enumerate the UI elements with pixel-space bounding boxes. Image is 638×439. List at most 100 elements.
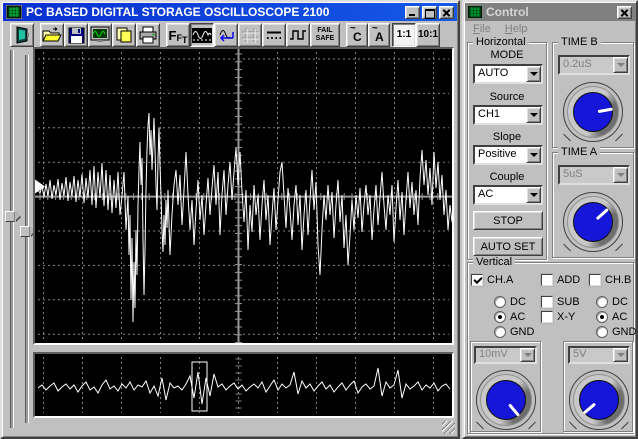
cha-ac-label[interactable]: AC [510,311,525,323]
cha-dc-label[interactable]: DC [510,296,526,308]
dotted-line-button[interactable] [262,23,286,47]
time-b-group: TIME B 0.2uS [552,36,634,148]
chb-ac-label[interactable]: AC [612,311,627,323]
cha-checkbox-label[interactable]: CH.A [487,274,513,286]
chevron-down-icon [529,72,538,76]
mode-label: MODE [490,49,524,61]
waveform-mode-button[interactable] [190,23,214,47]
slope-dropdown-button[interactable] [526,147,541,163]
couple-combobox[interactable]: AC [473,185,543,205]
position-slider-thumb-1[interactable] [5,211,15,222]
square-wave-button[interactable] [286,23,310,47]
slope-value: Positive [478,148,517,160]
couple-dropdown-button[interactable] [526,187,541,203]
chb-dc-label[interactable]: DC [612,296,628,308]
chevron-down-icon [529,113,538,117]
temp-c-button[interactable]: ~ C [346,23,368,47]
failsafe-button[interactable]: FAIL SAFE [310,23,340,47]
cha-ac-radio[interactable] [494,311,506,323]
square-wave-icon [290,30,306,40]
cha-volts-knob[interactable] [476,370,536,430]
print-button[interactable] [136,23,160,47]
wave-return-arrow-icon [219,30,234,42]
cha-dc-radio[interactable] [494,296,506,308]
printer-icon [139,26,157,44]
horizontal-group-label: Horizontal [473,36,529,48]
temp-c-label: C [353,30,362,44]
grid-button[interactable] [238,23,262,47]
save-button[interactable] [64,23,88,47]
add-checkbox[interactable] [541,274,553,286]
chb-ac-radio[interactable] [596,311,608,323]
probe-10-1-button[interactable]: 10:1 [416,23,440,47]
slope-label: Slope [492,131,522,143]
knob-face [573,92,613,132]
app-icon [6,5,22,19]
source-combobox[interactable]: CH1 [473,105,543,125]
cha-range-combobox[interactable]: 10mV [474,346,537,364]
chb-checkbox-label[interactable]: CH.B [605,274,631,286]
chb-gnd-radio[interactable] [596,326,608,338]
single-capture-button[interactable] [214,23,238,47]
chevron-down-icon [616,63,625,67]
temp-a-button[interactable]: ~ A [368,23,390,47]
control-titlebar: Control [465,3,635,21]
mode-combobox[interactable]: AUTO [473,64,543,84]
position-slider-track-2[interactable] [25,55,29,423]
probe-10-1-label: 10:1 [417,29,438,40]
time-b-knob[interactable] [563,82,623,142]
minimize-icon[interactable] [405,5,420,19]
source-dropdown-button[interactable] [526,107,541,123]
chb-range-dropdown-button[interactable] [613,348,628,362]
time-a-dropdown-button[interactable] [613,167,628,183]
chevron-down-icon [529,193,538,197]
resize-grip[interactable] [442,421,455,434]
auto-set-button-label: AUTO SET [480,240,536,253]
close-icon[interactable] [439,5,454,19]
chb-range-combobox[interactable]: 5V [568,346,630,364]
display-button[interactable] [88,23,112,47]
position-slider-track-1[interactable] [10,50,14,428]
maximize-icon[interactable] [422,5,437,19]
position-slider-thumb-2[interactable] [20,226,30,237]
vertical-group-label: Vertical [473,256,516,268]
cha-range-dropdown-button[interactable] [520,348,535,362]
time-a-group: TIME A 5uS [552,146,634,258]
cha-gnd-label[interactable]: GND [510,326,534,338]
chb-checkbox[interactable] [589,274,601,286]
fft-button[interactable]: FFT [166,23,190,47]
cha-checkbox[interactable] [471,274,483,286]
stop-button[interactable]: STOP [473,211,543,230]
line-style-icon [267,31,281,39]
time-a-combobox[interactable]: 5uS [558,165,630,185]
sub-checkbox[interactable] [541,296,553,308]
exit-icon [16,26,29,44]
control-app-icon [468,6,482,18]
cha-gnd-radio[interactable] [494,326,506,338]
time-a-knob[interactable] [563,192,623,252]
add-checkbox-label[interactable]: ADD [557,274,580,286]
sub-checkbox-label[interactable]: SUB [557,296,580,308]
fft-label-f: F [168,27,177,43]
exit-button[interactable] [10,23,34,47]
xy-checkbox-label[interactable]: X-Y [557,311,575,323]
time-b-combobox[interactable]: 0.2uS [558,55,630,75]
control-close-icon[interactable] [617,5,632,19]
couple-value: AC [478,188,494,200]
chb-dc-radio[interactable] [596,296,608,308]
chevron-down-icon [616,353,625,357]
copy-button[interactable] [112,23,136,47]
time-b-dropdown-button[interactable] [613,57,628,73]
chb-gnd-label[interactable]: GND [612,326,636,338]
xy-checkbox[interactable] [541,311,553,323]
notes-icon [116,27,132,43]
chb-volts-knob[interactable] [569,370,629,430]
fft-label-t: T [181,35,188,45]
probe-1-1-button[interactable]: 1:1 [392,23,416,47]
auto-set-button[interactable]: AUTO SET [473,237,543,256]
main-waveform [37,112,452,323]
slope-combobox[interactable]: Positive [473,145,543,165]
open-button[interactable] [40,23,64,47]
mode-dropdown-button[interactable] [526,66,541,82]
temp-a-label: A [375,30,384,44]
